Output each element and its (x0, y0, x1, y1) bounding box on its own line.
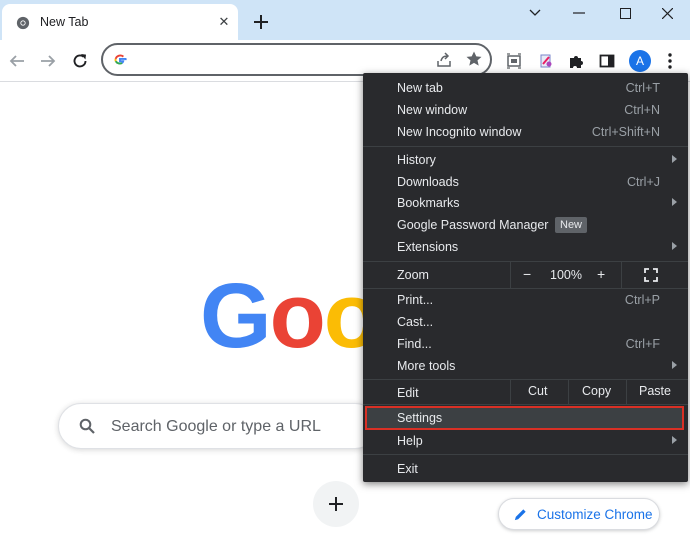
fullscreen-icon[interactable] (644, 268, 658, 282)
forward-arrow-icon[interactable] (37, 50, 59, 72)
back-arrow-icon[interactable] (6, 50, 28, 72)
extensions-puzzle-icon[interactable] (565, 50, 587, 72)
menu-label: New window (397, 103, 468, 117)
tab-strip: New Tab ✕ (0, 0, 690, 40)
menu-label: Google Password Manager (397, 218, 549, 232)
tab-close-icon[interactable]: ✕ (216, 14, 232, 30)
copy-button[interactable]: Copy (582, 384, 611, 398)
edit-divider (510, 379, 511, 405)
menu-item-find[interactable]: Find... Ctrl+F (363, 333, 688, 355)
reload-icon[interactable] (69, 50, 91, 72)
menu-separator (363, 454, 688, 455)
menu-label: Cast... (397, 315, 434, 329)
menu-label: History (397, 153, 436, 167)
submenu-arrow-icon (672, 242, 677, 250)
window-close-icon[interactable] (644, 0, 690, 26)
menu-label: Find... (397, 337, 432, 351)
search-placeholder: Search Google or type a URL (111, 418, 321, 435)
cut-button[interactable]: Cut (528, 384, 547, 398)
menu-label: Bookmarks (397, 196, 460, 210)
zoom-divider (621, 262, 622, 288)
menu-item-new-window[interactable]: New window Ctrl+N (363, 99, 688, 121)
share-icon[interactable] (435, 51, 453, 69)
edit-divider (626, 379, 627, 405)
menu-label: Print... (397, 293, 434, 307)
chrome-menu-kebab-icon[interactable] (659, 50, 681, 72)
menu-separator (363, 404, 688, 405)
menu-label: Exit (397, 462, 418, 476)
plus-icon (329, 497, 343, 511)
customize-label: Customize Chrome (537, 507, 653, 522)
menu-shortcut: Ctrl+P (624, 293, 660, 307)
tab-new-tab[interactable]: New Tab ✕ (2, 4, 238, 40)
logo-letter-o1: o (269, 265, 326, 367)
menu-label: New tab (397, 81, 443, 95)
add-shortcut-button[interactable] (313, 481, 359, 527)
bookmark-star-icon[interactable] (465, 50, 483, 68)
menu-item-exit[interactable]: Exit (363, 458, 688, 480)
search-icon (79, 418, 95, 434)
colorful-extension-icon[interactable] (535, 50, 557, 72)
menu-label: New Incognito window (397, 125, 522, 139)
zoom-divider (510, 262, 511, 288)
menu-label: Settings (397, 411, 443, 425)
zoom-row: Zoom − 100% + (363, 262, 688, 288)
chrome-menu: New tab Ctrl+T New window Ctrl+N New Inc… (363, 73, 688, 482)
menu-item-print[interactable]: Print... Ctrl+P (363, 289, 688, 311)
menu-separator (363, 146, 688, 147)
menu-item-bookmarks[interactable]: Bookmarks (363, 192, 688, 214)
minimize-icon[interactable] (556, 0, 602, 26)
submenu-arrow-icon (672, 155, 677, 163)
new-badge: New (555, 217, 588, 233)
menu-item-new-tab[interactable]: New tab Ctrl+T (363, 77, 688, 99)
menu-shortcut: Ctrl+T (625, 81, 660, 95)
chrome-favicon-icon (16, 16, 30, 30)
google-g-icon (114, 54, 127, 65)
edit-divider (568, 379, 569, 405)
menu-shortcut: Ctrl+Shift+N (591, 125, 660, 139)
google-logo: Goo (200, 270, 380, 362)
tab-search-chevron-icon[interactable] (512, 0, 558, 26)
paste-button[interactable]: Paste (639, 384, 671, 398)
side-panel-icon[interactable] (596, 50, 618, 72)
menu-label: Help (397, 434, 423, 448)
new-tab-plus-icon[interactable] (250, 11, 272, 33)
menu-item-help[interactable]: Help (363, 430, 688, 452)
menu-shortcut: Ctrl+F (625, 337, 660, 351)
menu-item-more-tools[interactable]: More tools (363, 355, 688, 377)
zoom-in-button[interactable]: + (597, 266, 605, 282)
menu-shortcut: Ctrl+N (624, 103, 660, 117)
customize-chrome-button[interactable]: Customize Chrome (498, 498, 660, 530)
zoom-label: Zoom (397, 268, 429, 282)
screenshot-extension-icon[interactable] (503, 50, 525, 72)
edit-label: Edit (397, 386, 419, 400)
menu-label: Downloads (397, 175, 459, 189)
menu-item-password-manager[interactable]: Google Password Manager New (363, 214, 688, 236)
submenu-arrow-icon (672, 198, 677, 206)
maximize-icon[interactable] (602, 0, 648, 26)
profile-avatar[interactable]: A (629, 50, 651, 72)
menu-shortcut: Ctrl+J (627, 175, 660, 189)
address-bar[interactable] (101, 43, 492, 76)
menu-label: Extensions (397, 240, 459, 254)
zoom-out-button[interactable]: − (523, 266, 531, 282)
zoom-level: 100% (550, 268, 582, 282)
menu-item-history[interactable]: History (363, 149, 688, 171)
submenu-arrow-icon (672, 436, 677, 444)
ntp-search-box[interactable]: Search Google or type a URL (58, 403, 378, 449)
omnibox-input[interactable] (135, 50, 425, 70)
menu-label: More tools (397, 359, 456, 373)
tab-title: New Tab (40, 15, 89, 29)
logo-letter-g: G (200, 265, 272, 367)
menu-item-settings[interactable]: Settings (363, 407, 688, 429)
submenu-arrow-icon (672, 361, 677, 369)
menu-item-cast[interactable]: Cast... (363, 311, 688, 333)
pencil-icon (514, 509, 526, 521)
menu-item-downloads[interactable]: Downloads Ctrl+J (363, 171, 688, 193)
menu-item-extensions[interactable]: Extensions (363, 236, 688, 258)
menu-item-new-incognito[interactable]: New Incognito window Ctrl+Shift+N (363, 121, 688, 143)
edit-row: Edit Cut Copy Paste (363, 379, 688, 405)
